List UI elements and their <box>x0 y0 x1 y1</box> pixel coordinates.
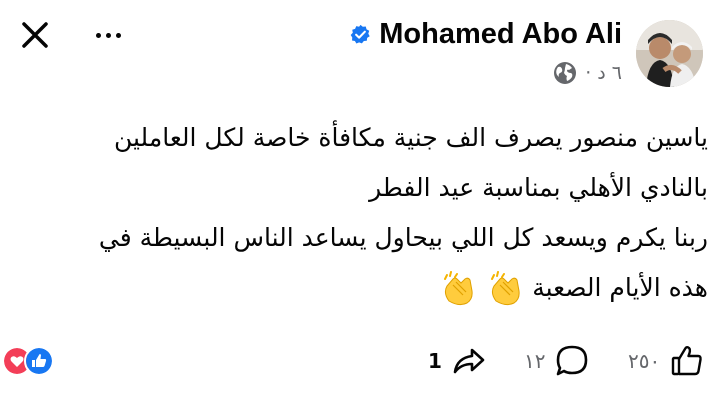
share-count: 1 <box>428 349 442 373</box>
clapping-hands-emoji-icon <box>444 271 473 306</box>
close-icon <box>22 22 48 48</box>
thumbs-up-icon <box>672 346 703 376</box>
share-button[interactable]: 1 <box>428 340 486 382</box>
author-name[interactable]: Mohamed Abo Ali <box>379 18 622 51</box>
post-line: ربنا يكرم ويسعد كل اللي بيحاول يساعد الن… <box>98 223 708 252</box>
share-icon <box>453 348 485 374</box>
comment-icon <box>557 345 588 376</box>
globe-icon <box>554 62 577 84</box>
post-body: ياسين منصور يصرف الف جنية مكافأة خاصة لك… <box>28 113 708 313</box>
post-timestamp[interactable]: ٦ د · <box>585 62 622 84</box>
like-count: ٢٥٠ <box>628 349 661 373</box>
avatar[interactable] <box>636 20 703 87</box>
clapping-hands-emoji-icon <box>491 271 520 306</box>
post-line-text: هذه الأيام الصعبة <box>532 273 708 302</box>
more-icon <box>95 32 121 38</box>
like-button[interactable]: ٢٥٠ <box>628 340 704 382</box>
profile-photo <box>636 20 703 87</box>
post-line: هذه الأيام الصعبة <box>28 263 708 313</box>
post-line: بالنادي الأهلي بمناسبة عيد الفطر <box>369 173 708 202</box>
verified-badge-icon <box>350 24 370 44</box>
post-line: ياسين منصور يصرف الف جنية مكافأة خاصة لك… <box>113 123 708 152</box>
more-options-button[interactable] <box>88 20 128 50</box>
comment-count: ١٢ <box>524 349 546 373</box>
comment-button[interactable]: ١٢ <box>524 340 589 382</box>
reaction-summary[interactable] <box>2 346 54 376</box>
like-reaction-icon <box>24 346 54 376</box>
close-button[interactable] <box>18 18 52 52</box>
